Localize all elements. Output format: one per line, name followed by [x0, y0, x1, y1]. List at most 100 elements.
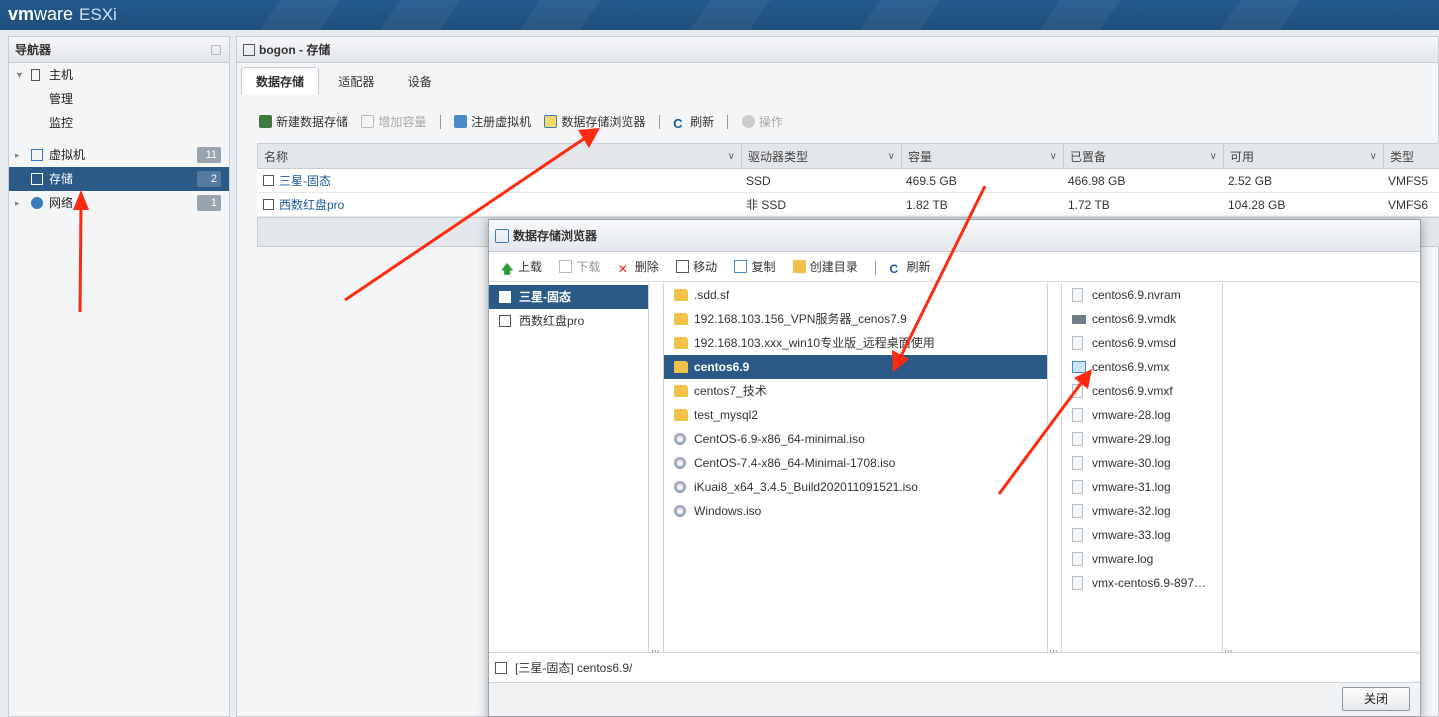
- provisioned-cell: 1.72 TB: [1068, 198, 1110, 212]
- folder-icon: [674, 409, 688, 421]
- disc-image-icon: [674, 433, 686, 445]
- navigator-panel: 导航器 ▼ 主机 管理 监控 ▸ 虚拟机 11 存储 2 ▸ 网络 1: [8, 36, 230, 717]
- datastore-name[interactable]: 三星-固态: [279, 174, 331, 188]
- list-item[interactable]: CentOS-6.9-x86_64-minimal.iso: [664, 427, 1047, 451]
- list-item[interactable]: vmware-31.log: [1062, 475, 1222, 499]
- list-item[interactable]: centos6.9.vmsd: [1062, 331, 1222, 355]
- main-header: bogon - 存储: [237, 37, 1438, 63]
- free-cell: 2.52 GB: [1228, 174, 1273, 188]
- list-item[interactable]: 三星-固态: [489, 285, 648, 309]
- toolbar-separator: [658, 114, 660, 129]
- file-icon: [1072, 504, 1083, 518]
- dialog-toolbar: 🡅 上载 下载 ✕ 删除 移动 复制 创建目录 C 刷新: [489, 252, 1420, 282]
- list-item[interactable]: test_mysql2: [664, 403, 1047, 427]
- list-item[interactable]: vmware-30.log: [1062, 451, 1222, 475]
- move-button[interactable]: 移动: [676, 252, 717, 282]
- datastore-browser-dialog: 数据存储浏览器 🡅 上载 下载 ✕ 删除 移动 复制 创建目录 C 刷新 三星-固态 …: [488, 219, 1421, 717]
- datastore-browser-button[interactable]: 数据存储浏览器: [544, 113, 645, 130]
- sidebar-item-label: 存储: [49, 172, 74, 186]
- new-folder-icon: [792, 260, 806, 273]
- chevron-down-icon[interactable]: ∨: [888, 144, 895, 170]
- create-directory-button[interactable]: 创建目录: [792, 252, 858, 282]
- list-item[interactable]: 192.168.103.156_VPN服务器_cenos7.9: [664, 307, 1047, 331]
- list-item[interactable]: vmware.log: [1062, 547, 1222, 571]
- list-item[interactable]: vmware-28.log: [1062, 403, 1222, 427]
- register-vm-icon: [454, 115, 468, 128]
- dialog-refresh-button[interactable]: C 刷新: [890, 252, 931, 282]
- type-cell: VMFS6: [1388, 198, 1429, 212]
- refresh-button[interactable]: C 刷新: [673, 113, 714, 130]
- pin-icon[interactable]: [211, 45, 221, 55]
- collapse-arrow-icon[interactable]: ▼: [15, 63, 24, 87]
- download-icon: [559, 260, 573, 273]
- download-button[interactable]: 下载: [559, 252, 600, 282]
- delete-button[interactable]: ✕ 删除: [618, 252, 659, 282]
- free-cell: 104.28 GB: [1228, 198, 1286, 212]
- table-row[interactable]: 西数红盘pro 非 SSD 1.82 TB 1.72 TB 104.28 GB …: [257, 193, 1439, 217]
- tab-adapters[interactable]: 适配器: [324, 68, 388, 96]
- upload-arrow-icon: 🡅: [501, 262, 514, 276]
- datastore-icon: [263, 175, 274, 186]
- folder-icon: [674, 313, 688, 325]
- sidebar-item-monitor[interactable]: 监控: [9, 111, 229, 135]
- list-item[interactable]: vmware-29.log: [1062, 427, 1222, 451]
- refresh-icon: C: [673, 116, 683, 131]
- storage-icon: [31, 173, 43, 185]
- list-item[interactable]: vmware-32.log: [1062, 499, 1222, 523]
- column-header-capacity[interactable]: 容量 ∨: [901, 144, 1063, 170]
- expand-arrow-icon[interactable]: ▸: [15, 191, 20, 215]
- navigator-header: 导航器: [9, 37, 229, 63]
- actions-button[interactable]: 操作: [741, 113, 783, 130]
- datastore-icon: [499, 291, 511, 303]
- list-item[interactable]: .sdd.sf: [664, 283, 1047, 307]
- list-item[interactable]: centos6.9.vmxf: [1062, 379, 1222, 403]
- column-header-name[interactable]: 名称 ∨: [258, 144, 741, 170]
- folder-icon: [674, 289, 688, 301]
- count-badge: 2: [197, 171, 221, 187]
- column-header-drive-type[interactable]: 驱动器类型 ∨: [741, 144, 901, 170]
- increase-capacity-button[interactable]: 增加容量: [361, 113, 426, 130]
- list-item[interactable]: centos6.9.vmx: [1062, 355, 1222, 379]
- sidebar-item-vms[interactable]: ▸ 虚拟机 11: [9, 143, 229, 167]
- list-item[interactable]: vmx-centos6.9-897…: [1062, 571, 1222, 595]
- list-item[interactable]: 西数红盘pro: [489, 309, 648, 333]
- sidebar-item-manage[interactable]: 管理: [9, 87, 229, 111]
- datastore-name[interactable]: 西数红盘pro: [279, 198, 344, 212]
- register-vm-button[interactable]: 注册虚拟机: [454, 113, 531, 130]
- vmware-esxi-logo: vmware ESXi: [8, 4, 117, 24]
- sidebar-item-storage[interactable]: 存储 2: [9, 167, 229, 191]
- count-badge: 11: [197, 147, 221, 163]
- datastore-browser-icon: [495, 229, 509, 243]
- table-row[interactable]: 三星-固态 SSD 469.5 GB 466.98 GB 2.52 GB VMF…: [257, 169, 1439, 193]
- list-item[interactable]: centos7_技术: [664, 379, 1047, 403]
- chevron-down-icon[interactable]: ∨: [728, 144, 735, 170]
- file-icon: [1072, 432, 1083, 446]
- list-item[interactable]: CentOS-7.4-x86_64-Minimal-1708.iso: [664, 451, 1047, 475]
- new-datastore-button[interactable]: 新建数据存储: [259, 113, 348, 130]
- chevron-down-icon[interactable]: ∨: [1050, 144, 1057, 170]
- list-item[interactable]: vmware-33.log: [1062, 523, 1222, 547]
- column-header-type[interactable]: 类型: [1383, 144, 1439, 170]
- close-button[interactable]: 关闭: [1342, 687, 1410, 711]
- increase-capacity-icon: [361, 115, 375, 128]
- chevron-down-icon[interactable]: ∨: [1210, 144, 1217, 170]
- list-item[interactable]: centos6.9.vmdk: [1062, 307, 1222, 331]
- toolbar-separator: [875, 260, 877, 275]
- column-header-free[interactable]: 可用 ∨: [1223, 144, 1383, 170]
- folder-icon: [674, 337, 688, 349]
- column-header-provisioned[interactable]: 已置备 ∨: [1063, 144, 1223, 170]
- tab-datastores[interactable]: 数据存储: [241, 67, 320, 95]
- chevron-down-icon[interactable]: ∨: [1370, 144, 1377, 170]
- list-item[interactable]: centos6.9.nvram: [1062, 283, 1222, 307]
- list-item[interactable]: iKuai8_x64_3.4.5_Build202011091521.iso: [664, 475, 1047, 499]
- upload-button[interactable]: 🡅 上载: [501, 252, 542, 282]
- expand-arrow-icon[interactable]: ▸: [15, 143, 20, 167]
- list-item[interactable]: Windows.iso: [664, 499, 1047, 523]
- list-item[interactable]: 192.168.103.xxx_win10专业版_远程桌面使用: [664, 331, 1047, 355]
- sidebar-item-host[interactable]: ▼ 主机: [9, 63, 229, 87]
- list-item[interactable]: centos6.9: [664, 355, 1047, 379]
- copy-button[interactable]: 复制: [734, 252, 775, 282]
- datastore-list: 三星-固态 西数红盘pro: [489, 283, 649, 665]
- tab-devices[interactable]: 设备: [394, 68, 446, 96]
- sidebar-item-network[interactable]: ▸ 网络 1: [9, 191, 229, 215]
